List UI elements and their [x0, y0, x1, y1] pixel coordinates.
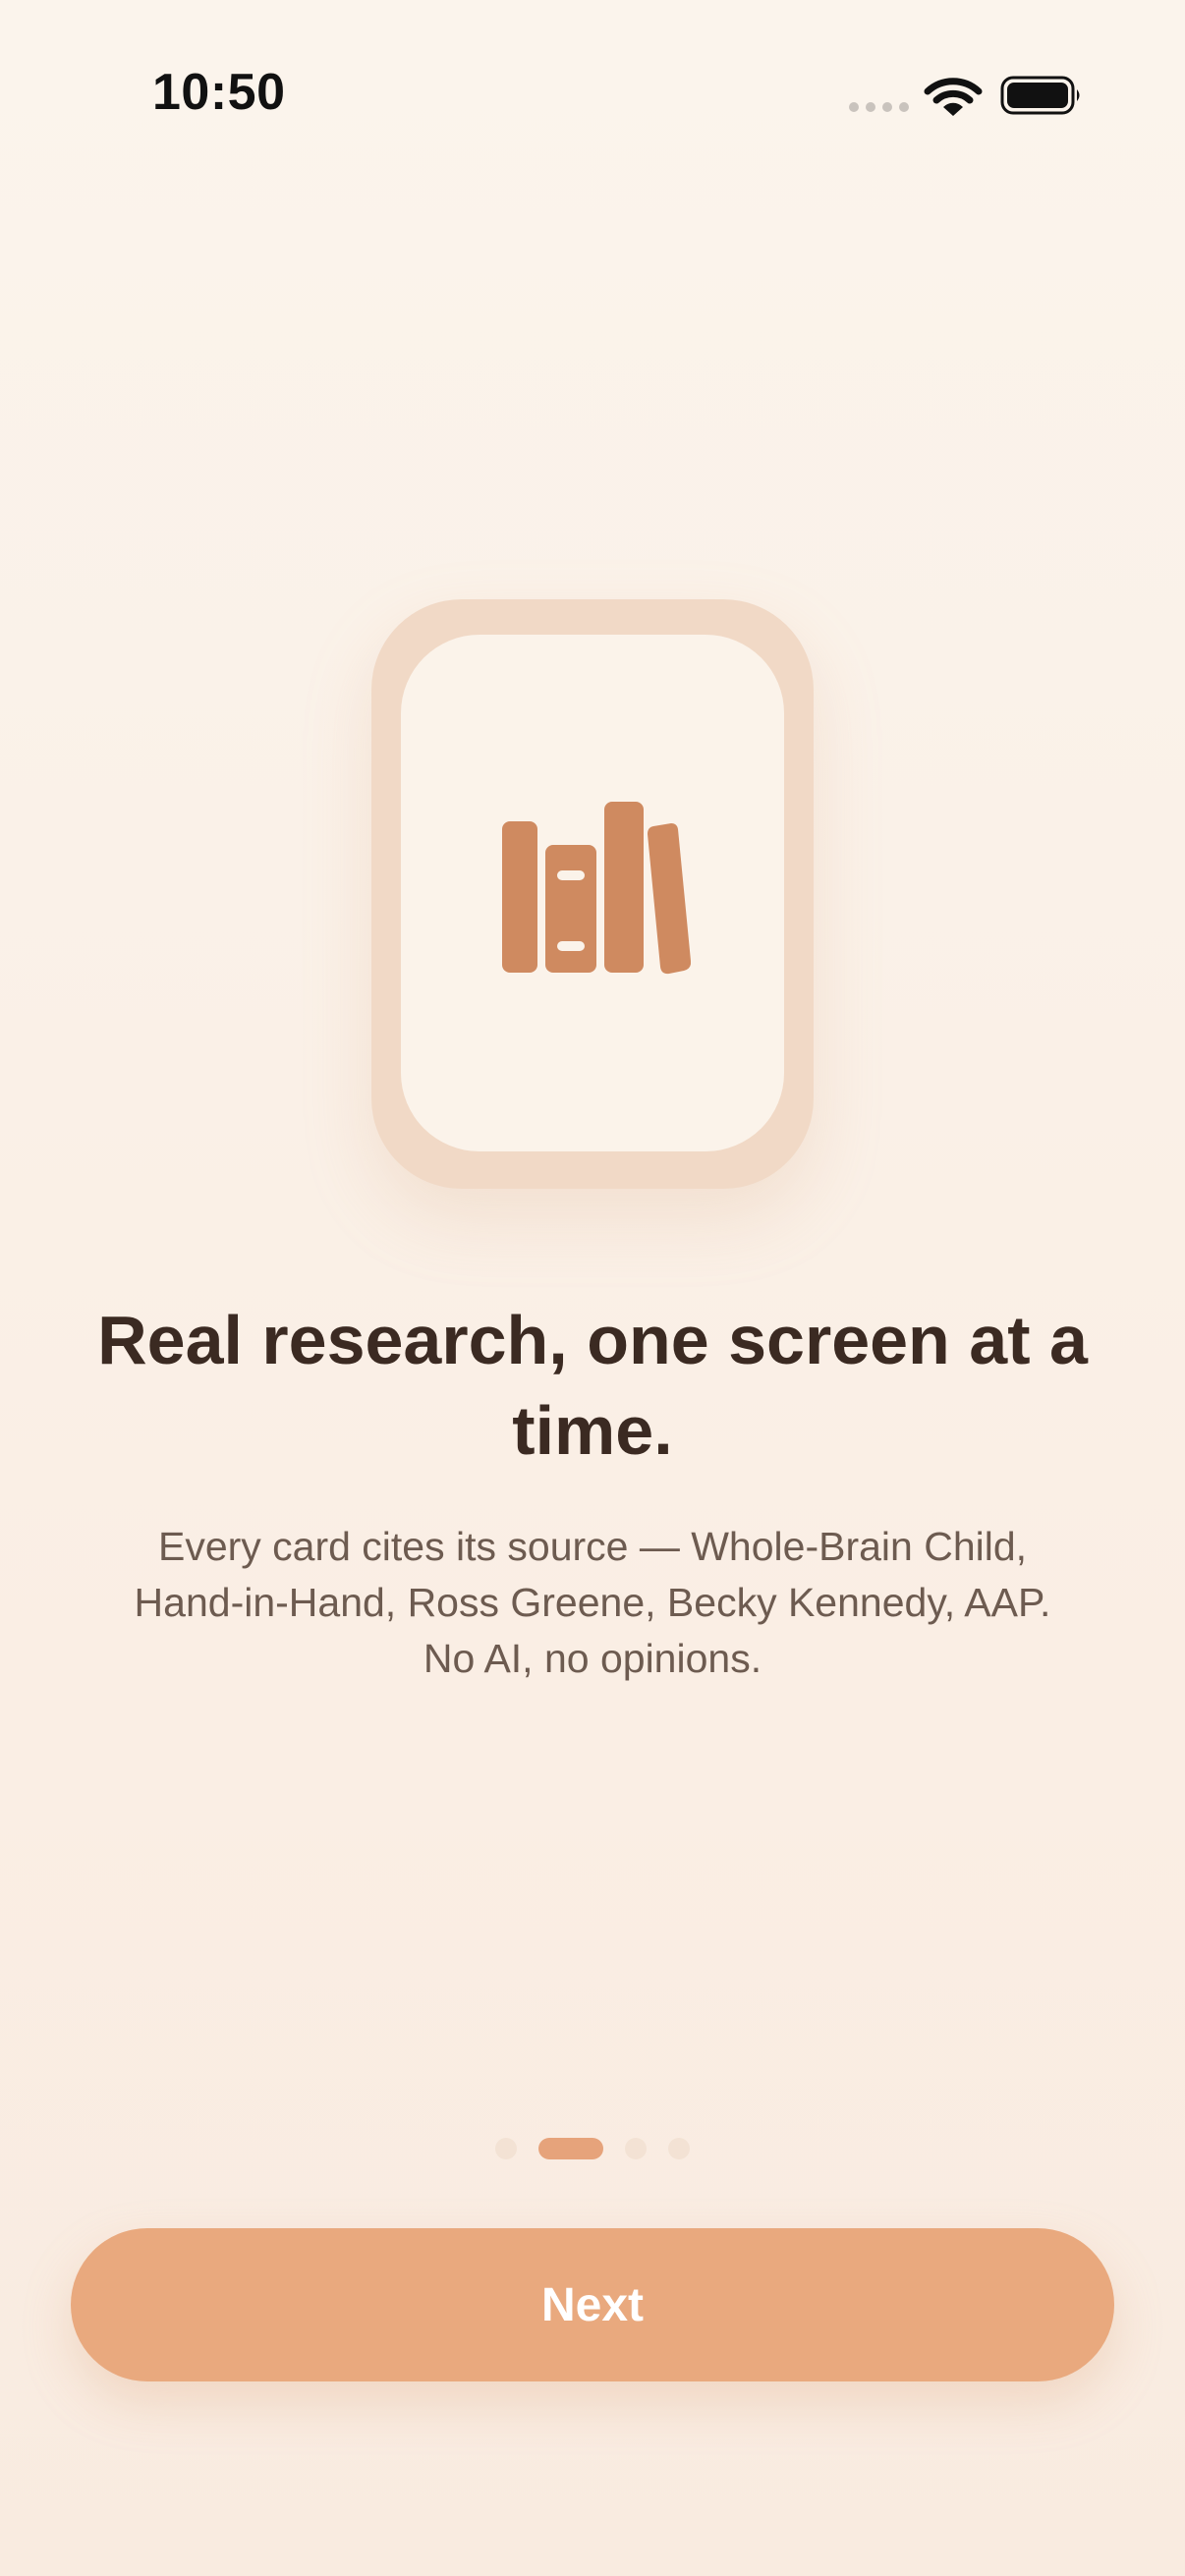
next-button[interactable]: Next — [71, 2228, 1114, 2381]
page-indicator — [0, 2138, 1185, 2159]
status-time: 10:50 — [152, 64, 286, 121]
battery-icon — [1000, 76, 1080, 115]
signal-dots-icon — [849, 102, 909, 112]
page-dot-1[interactable] — [495, 2138, 517, 2159]
onboarding-body: Every card cites its source — Whole-Brai… — [134, 1524, 1051, 1681]
page-dot-2-active[interactable] — [538, 2138, 603, 2159]
status-bar: 10:50 — [0, 0, 1185, 196]
illustration-card — [371, 599, 814, 1189]
onboarding-headline: Real research, one screen at a time. — [97, 1302, 1088, 1469]
page-dot-3[interactable] — [625, 2138, 647, 2159]
wifi-icon — [924, 78, 983, 116]
page-dot-4[interactable] — [668, 2138, 690, 2159]
illustration-card-inner — [401, 635, 784, 1151]
onboarding-screen: 10:50 Real research, one screen at a tim… — [0, 0, 1185, 2576]
books-icon — [502, 802, 691, 975]
